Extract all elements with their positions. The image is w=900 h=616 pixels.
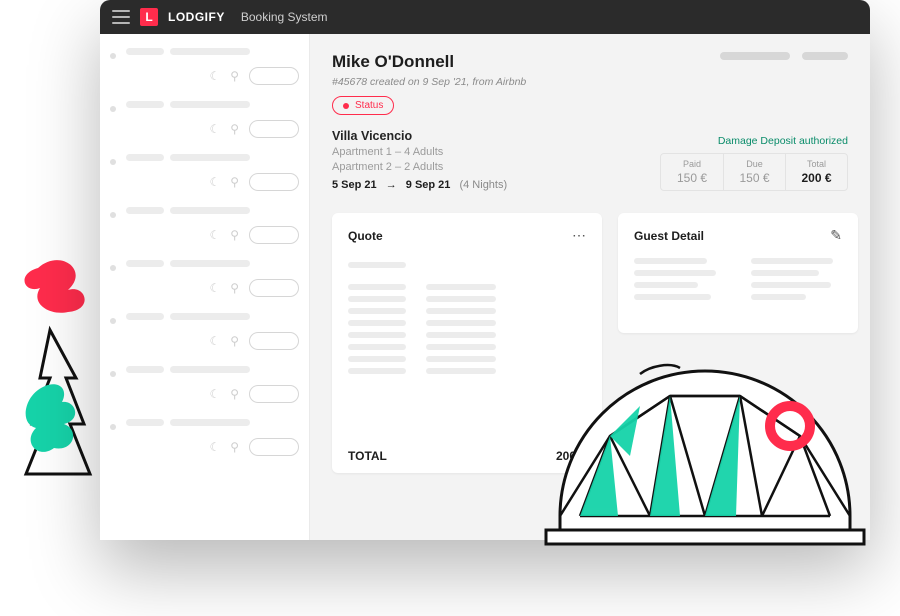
row-action-button[interactable] [249, 67, 299, 85]
date-range: 5 Sep 21 → 9 Sep 21 (4 Nights) [332, 179, 660, 191]
person-icon: ⚲ [230, 334, 239, 348]
more-icon[interactable]: ⋯ [572, 227, 586, 244]
person-icon: ⚲ [230, 69, 239, 83]
list-item[interactable]: ☾⚲ [110, 46, 299, 99]
list-item[interactable]: ☾⚲ [110, 311, 299, 364]
person-icon: ⚲ [230, 122, 239, 136]
apartment-2: Apartment 2 – 2 Adults [332, 161, 660, 173]
moon-icon: ☾ [209, 69, 220, 83]
booking-meta: #45678 created on 9 Sep '21, from Airbnb [332, 76, 720, 88]
list-item[interactable]: ☾⚲ [110, 258, 299, 311]
quote-title: Quote [348, 229, 572, 243]
person-icon: ⚲ [230, 228, 239, 242]
status-label: Status [355, 100, 383, 111]
damage-deposit-label: Damage Deposit authorized [660, 135, 848, 147]
moon-icon: ☾ [209, 228, 220, 242]
moon-icon: ☾ [209, 122, 220, 136]
section-name: Booking System [241, 10, 328, 24]
menu-icon[interactable] [112, 10, 130, 24]
booking-list-sidebar: ☾⚲ ☾⚲ ☾⚲ ☾⚲ ☾⚲ ☾⚲ [100, 34, 310, 540]
header-skeleton-actions [720, 52, 848, 60]
row-action-button[interactable] [249, 226, 299, 244]
paid-cell: Paid 150 € [661, 154, 723, 190]
property-name: Villa Vicencio [332, 129, 660, 143]
row-action-button[interactable] [249, 438, 299, 456]
quote-total-label: TOTAL [348, 449, 387, 463]
moon-icon: ☾ [209, 440, 220, 454]
edit-icon[interactable]: ✎ [830, 227, 842, 244]
apartment-1: Apartment 1 – 4 Adults [332, 146, 660, 158]
guest-name: Mike O'Donnell [332, 52, 720, 72]
row-action-button[interactable] [249, 279, 299, 297]
decor-dome [540, 306, 870, 566]
guest-skeleton-lines [634, 258, 842, 300]
titlebar: L LODGIFY Booking System [100, 0, 870, 34]
list-item[interactable]: ☾⚲ [110, 99, 299, 152]
nights-label: (4 Nights) [459, 179, 507, 191]
arrow-right-icon: → [386, 179, 397, 191]
row-action-button[interactable] [249, 332, 299, 350]
brand-name: LODGIFY [168, 10, 225, 24]
moon-icon: ☾ [209, 334, 220, 348]
guest-detail-title: Guest Detail [634, 229, 830, 243]
due-cell: Due 150 € [723, 154, 785, 190]
date-to: 9 Sep 21 [406, 179, 451, 191]
person-icon: ⚲ [230, 387, 239, 401]
list-item[interactable]: ☾⚲ [110, 417, 299, 470]
list-item[interactable]: ☾⚲ [110, 205, 299, 258]
list-item[interactable]: ☾⚲ [110, 152, 299, 205]
status-dot-icon [343, 103, 349, 109]
moon-icon: ☾ [209, 175, 220, 189]
status-chip[interactable]: Status [332, 96, 394, 115]
person-icon: ⚲ [230, 281, 239, 295]
payment-summary: Paid 150 € Due 150 € Total 200 € [660, 153, 848, 191]
row-action-button[interactable] [249, 173, 299, 191]
moon-icon: ☾ [209, 281, 220, 295]
person-icon: ⚲ [230, 440, 239, 454]
row-action-button[interactable] [249, 120, 299, 138]
list-item[interactable]: ☾⚲ [110, 364, 299, 417]
person-icon: ⚲ [230, 175, 239, 189]
row-action-button[interactable] [249, 385, 299, 403]
logo-icon: L [140, 8, 158, 26]
date-from: 5 Sep 21 [332, 179, 377, 191]
total-cell: Total 200 € [785, 154, 847, 190]
moon-icon: ☾ [209, 387, 220, 401]
decor-tree [20, 260, 100, 490]
